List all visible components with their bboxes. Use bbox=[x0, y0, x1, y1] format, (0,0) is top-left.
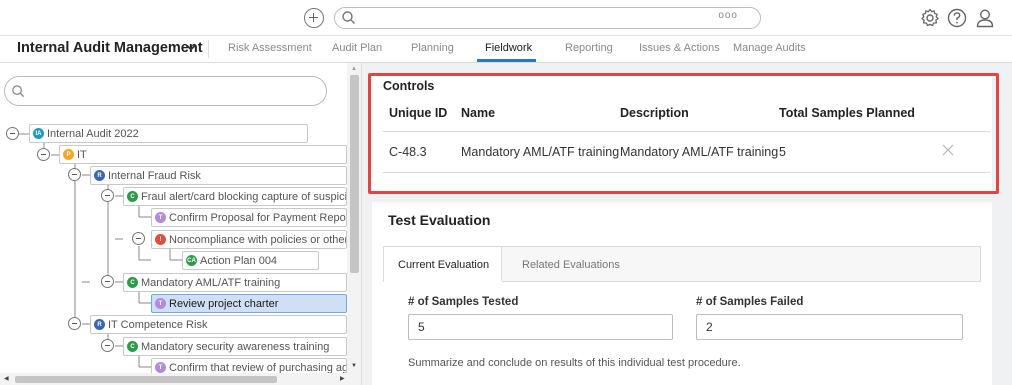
tree-node[interactable]: CA Action Plan 004 bbox=[182, 251, 319, 270]
tab-related-evaluations[interactable]: Related Evaluations bbox=[508, 247, 634, 282]
tab-audit-plan[interactable]: Audit Plan bbox=[332, 42, 382, 54]
tree-node[interactable]: C Fraul alert/card blocking capture of s… bbox=[123, 187, 347, 206]
detail-panel: Controls Unique ID Name Description Tota… bbox=[362, 63, 1012, 385]
top-bar: ooo bbox=[0, 0, 1012, 36]
collapse-toggle[interactable] bbox=[101, 339, 114, 352]
tree-node-label: Internal Audit 2022 bbox=[47, 127, 139, 140]
test-badge-icon: T bbox=[155, 362, 166, 373]
tree-node-label: Mandatory security awareness training bbox=[141, 340, 330, 353]
scroll-up-icon[interactable]: ▲ bbox=[351, 66, 357, 72]
cell-total-samples: 5 bbox=[779, 145, 786, 159]
column-header-name: Name bbox=[461, 106, 496, 120]
tab-current-evaluation[interactable]: Current Evaluation bbox=[384, 247, 502, 283]
tab-planning[interactable]: Planning bbox=[411, 42, 454, 54]
tree-node-label: Confirm that review of purchasing agı bbox=[169, 361, 347, 374]
tab-risk-assessment[interactable]: Risk Assessment bbox=[228, 42, 312, 54]
control-badge-icon: C bbox=[127, 277, 138, 288]
column-header-unique-id: Unique ID bbox=[389, 106, 448, 120]
tree-node-label: Internal Fraud Risk bbox=[108, 169, 201, 182]
tab-fieldwork[interactable]: Fieldwork bbox=[485, 42, 532, 54]
tab-manage-audits[interactable]: Manage Audits bbox=[733, 42, 806, 54]
global-search-input[interactable]: ooo bbox=[334, 7, 761, 29]
control-badge-icon: C bbox=[127, 341, 138, 352]
tree-node[interactable]: P IT bbox=[59, 145, 347, 164]
tree-node[interactable]: IA Internal Audit 2022 bbox=[29, 124, 308, 143]
tree-node-label: Confirm Proposal for Payment Report bbox=[169, 211, 347, 224]
scroll-down-icon[interactable]: ▼ bbox=[351, 363, 357, 369]
tree-node[interactable]: T Confirm Proposal for Payment Report bbox=[151, 208, 347, 227]
test-evaluation-title: Test Evaluation bbox=[388, 212, 491, 228]
issue-badge-icon: ! bbox=[155, 234, 166, 245]
samples-failed-label: # of Samples Failed bbox=[696, 296, 804, 308]
samples-tested-input[interactable]: 5 bbox=[408, 314, 673, 340]
controls-section bbox=[372, 73, 992, 192]
controls-title: Controls bbox=[383, 79, 435, 93]
tree-node[interactable]: R Internal Fraud Risk bbox=[90, 166, 347, 185]
samples-failed-input[interactable]: 2 bbox=[696, 314, 963, 340]
cell-description: Mandatory AML/ATF training bbox=[620, 145, 779, 159]
cell-name: Mandatory AML/ATF training bbox=[461, 145, 620, 159]
tree-node-selected[interactable]: T Review project charter bbox=[151, 294, 347, 313]
tree-node-label: Action Plan 004 bbox=[200, 254, 278, 267]
tree-node-label: IT Competence Risk bbox=[108, 318, 208, 331]
tree-node-label: Noncompliance with policies or other bbox=[169, 233, 347, 246]
tab-reporting[interactable]: Reporting bbox=[565, 42, 613, 54]
test-badge-icon: T bbox=[155, 298, 166, 309]
evaluation-help-text: Summarize and conclude on results of thi… bbox=[408, 357, 741, 369]
tree-node-label: Fraul alert/card blocking capture of sus… bbox=[141, 190, 347, 203]
search-icon bbox=[342, 11, 355, 24]
tab-issues-actions[interactable]: Issues & Actions bbox=[639, 42, 720, 54]
active-tab-indicator bbox=[477, 59, 536, 62]
remove-icon[interactable] bbox=[941, 143, 955, 157]
more-options-icon[interactable]: ooo bbox=[718, 10, 738, 21]
main-nav: Internal Audit Management Risk Assessmen… bbox=[0, 36, 1012, 63]
test-badge-icon: T bbox=[155, 212, 166, 223]
tree-node-label: Mandatory AML/ATF training bbox=[141, 276, 281, 289]
cell-unique-id: C-48.3 bbox=[389, 145, 427, 159]
evaluation-tabs: Current Evaluation Related Evaluations bbox=[383, 246, 981, 283]
action-plan-badge-icon: CA bbox=[186, 255, 197, 266]
vertical-scrollbar[interactable]: ▲ ▼ bbox=[347, 63, 361, 373]
tree-panel: IA Internal Audit 2022 P IT R Internal F… bbox=[0, 63, 362, 385]
collapse-toggle[interactable] bbox=[101, 275, 114, 288]
control-badge-icon: C bbox=[127, 191, 138, 202]
scrollbar-thumb[interactable] bbox=[15, 376, 277, 383]
horizontal-scrollbar[interactable]: ◀ ▶ bbox=[0, 373, 361, 385]
table-divider bbox=[383, 172, 990, 173]
collapse-toggle[interactable] bbox=[37, 148, 50, 161]
tree-node[interactable]: C Mandatory security awareness training bbox=[123, 337, 347, 356]
add-icon[interactable] bbox=[304, 8, 324, 28]
risk-badge-icon: R bbox=[94, 170, 105, 181]
collapse-toggle[interactable] bbox=[101, 189, 114, 202]
collapse-toggle[interactable] bbox=[6, 127, 19, 140]
column-header-total-samples: Total Samples Planned bbox=[779, 106, 915, 120]
collapse-toggle[interactable] bbox=[68, 317, 81, 330]
chevron-down-icon[interactable] bbox=[186, 44, 196, 52]
tree-node[interactable]: C Mandatory AML/ATF training bbox=[123, 273, 347, 292]
gear-icon[interactable] bbox=[919, 7, 941, 29]
scrollbar-thumb[interactable] bbox=[350, 75, 359, 273]
risk-badge-icon: R bbox=[94, 319, 105, 330]
column-header-description: Description bbox=[620, 106, 689, 120]
collapse-toggle[interactable] bbox=[68, 168, 81, 181]
help-icon[interactable] bbox=[946, 7, 968, 29]
scroll-left-icon[interactable]: ◀ bbox=[4, 375, 9, 382]
tree-node[interactable]: R IT Competence Risk bbox=[90, 315, 347, 334]
tree-node[interactable]: ! Noncompliance with policies or other bbox=[151, 230, 347, 249]
table-divider bbox=[383, 131, 990, 132]
samples-tested-label: # of Samples Tested bbox=[408, 296, 519, 308]
nav-divider bbox=[208, 40, 209, 58]
tree-node-label: IT bbox=[77, 148, 87, 161]
collapse-toggle[interactable] bbox=[132, 232, 145, 245]
tree-node-label: Review project charter bbox=[169, 297, 279, 310]
scroll-right-icon[interactable]: ▶ bbox=[340, 375, 345, 382]
app-title[interactable]: Internal Audit Management bbox=[17, 40, 203, 56]
project-badge-icon: P bbox=[63, 149, 74, 160]
user-profile-icon[interactable] bbox=[974, 7, 996, 29]
audit-badge-icon: IA bbox=[33, 128, 44, 139]
